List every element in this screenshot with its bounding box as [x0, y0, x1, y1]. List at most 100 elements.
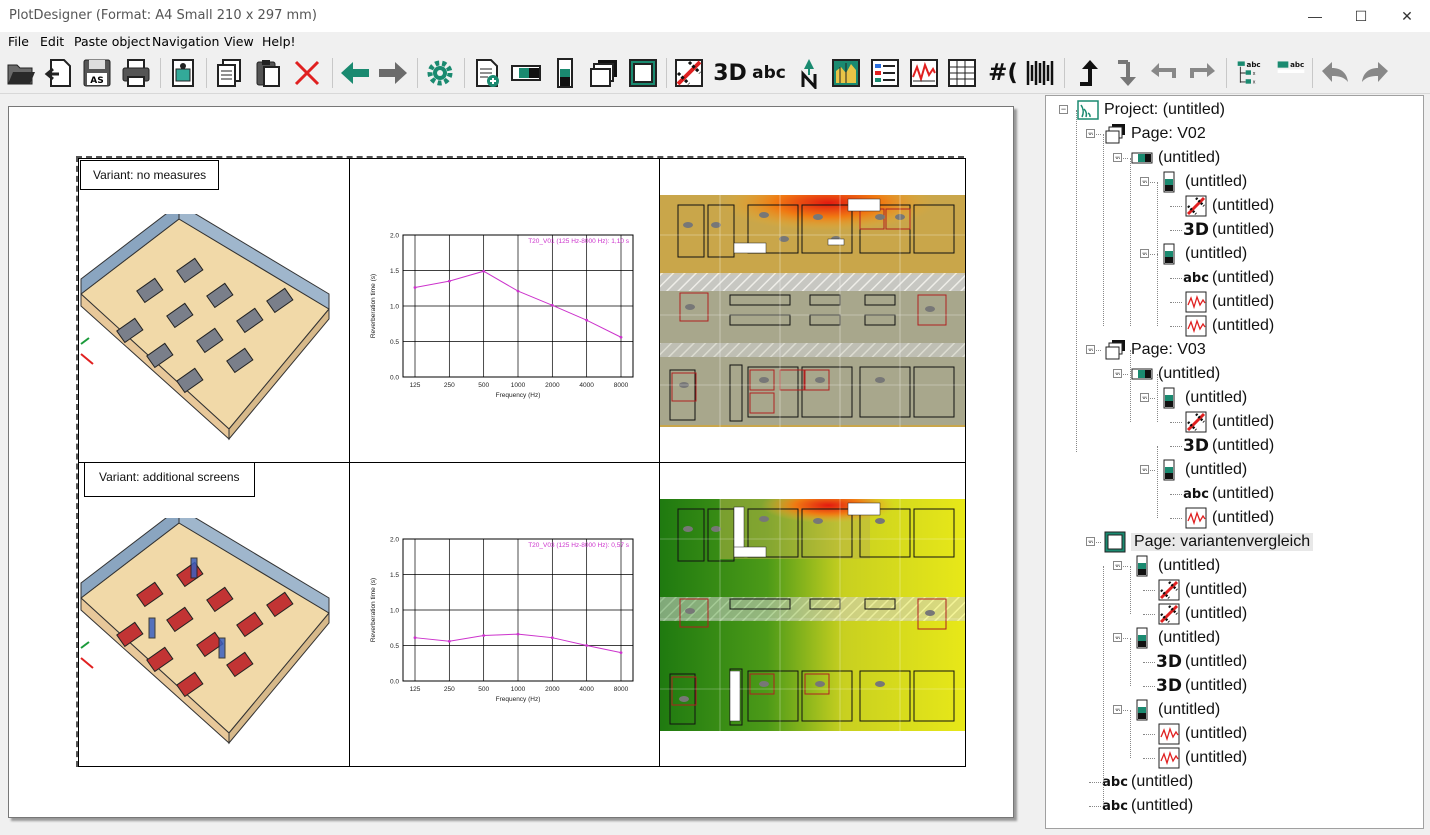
text-icon: abc [1102, 774, 1128, 790]
tree-node[interactable]: abc (untitled) [1102, 795, 1193, 817]
import-file-icon[interactable] [42, 56, 76, 90]
tree-node[interactable]: Project: (untitled) [1076, 99, 1225, 121]
waveform-icon[interactable] [1024, 56, 1058, 90]
save-as-icon[interactable]: AS [80, 56, 114, 90]
paste-icon[interactable] [251, 56, 285, 90]
settings-gear-icon[interactable] [423, 56, 457, 90]
tree-node[interactable]: (untitled) [1184, 195, 1274, 217]
tree-node[interactable]: abc (untitled) [1183, 267, 1274, 289]
plan-icon[interactable] [672, 56, 706, 90]
cell-plan-variant-2[interactable] [659, 462, 966, 767]
tree-node[interactable]: (untitled) [1157, 747, 1247, 769]
row-layout-icon [1130, 363, 1154, 385]
cell-3d-view-variant-1[interactable]: Variant: no measures [78, 158, 350, 463]
tree-node[interactable]: (untitled) [1157, 459, 1247, 481]
tree-node[interactable]: Page: V02 [1103, 123, 1206, 145]
redo-icon[interactable] [1358, 56, 1392, 90]
tree-node[interactable]: 3D (untitled) [1183, 219, 1274, 241]
north-arrow-icon[interactable] [792, 56, 826, 90]
tree-node[interactable]: (untitled) [1130, 363, 1220, 385]
tree-node[interactable]: (untitled) [1130, 627, 1220, 649]
close-window-button[interactable]: ✕ [1384, 0, 1430, 32]
tree-node[interactable]: (untitled) [1157, 579, 1247, 601]
print-icon[interactable] [119, 56, 153, 90]
move-down-icon[interactable] [1109, 56, 1143, 90]
tree-node[interactable]: Page: variantenvergleich [1103, 531, 1314, 553]
menu-paste-object[interactable]: Paste object [74, 34, 150, 49]
3d-button[interactable]: 3D [711, 56, 749, 90]
table-grid-icon[interactable] [945, 56, 979, 90]
tree-node[interactable]: (untitled) [1130, 699, 1220, 721]
minimize-button[interactable]: — [1292, 0, 1338, 32]
menu-navigation[interactable]: Navigation [152, 34, 219, 49]
cell-plan-variant-1[interactable] [659, 158, 966, 463]
arrow-left-icon[interactable] [338, 56, 372, 90]
tree-node[interactable]: (untitled) [1157, 387, 1247, 409]
menu-file[interactable]: File [8, 34, 29, 49]
tree-node[interactable]: (untitled) [1184, 507, 1274, 529]
variant-label-1[interactable]: Variant: no measures [80, 160, 220, 190]
row-layout-icon[interactable] [509, 56, 543, 90]
tree-node[interactable]: 3D (untitled) [1183, 435, 1274, 457]
numbering-button[interactable]: #( [983, 56, 1023, 90]
move-right-icon[interactable] [1185, 56, 1219, 90]
reverberation-chart-v01[interactable]: 0.0 0.5 1.0 1.5 2.0 125 250 500 1000 2000 4000 8000… [358, 225, 654, 405]
canvas-area[interactable]: Variant: no measures 0.0 0.5 1.0 1.5 2.0… [0, 95, 1036, 830]
tree-node[interactable]: (untitled) [1184, 291, 1274, 313]
diagram-icon[interactable] [907, 56, 941, 90]
tree-collapse-toggle[interactable]: − [1059, 105, 1068, 114]
object-tree-panel[interactable]: Project: (untitled) − Page: V02− (untitled)… [1045, 95, 1424, 829]
arrow-right-icon[interactable] [376, 56, 410, 90]
menu-edit[interactable]: Edit [40, 34, 64, 49]
cell-diagram-variant-2[interactable]: 0.0 0.5 1.0 1.5 2.0 125 250 500 1000 2000 4000 8000… [349, 462, 660, 767]
delete-icon[interactable] [290, 56, 324, 90]
copy-icon[interactable] [212, 56, 246, 90]
reverberation-chart-v03[interactable]: 0.0 0.5 1.0 1.5 2.0 125 250 500 1000 2000 4000 8000… [358, 529, 654, 709]
x-tick-label: 125 [410, 686, 421, 693]
picture-icon[interactable] [166, 56, 200, 90]
window-title: PlotDesigner (Format: A4 Small 210 x 297… [9, 8, 317, 23]
plan-icon [1184, 411, 1208, 433]
pages-icon[interactable] [587, 56, 621, 90]
tree-node-label: (untitled) [1212, 509, 1275, 526]
new-page-icon[interactable] [470, 56, 504, 90]
label-text-icon[interactable]: abc [1272, 56, 1310, 90]
x-tick-label: 4000 [579, 382, 594, 389]
tree-node[interactable]: (untitled) [1130, 147, 1220, 169]
tree-node[interactable]: Page: V03 [1103, 339, 1206, 361]
tree-node[interactable]: abc (untitled) [1183, 483, 1274, 505]
tree-node[interactable]: (untitled) [1157, 723, 1247, 745]
tree-node[interactable]: abc (untitled) [1102, 771, 1193, 793]
layout-grid[interactable]: Variant: no measures 0.0 0.5 1.0 1.5 2.0… [76, 156, 966, 767]
open-folder-icon[interactable] [4, 56, 38, 90]
move-up-icon[interactable] [1071, 56, 1105, 90]
text-icon: abc [1102, 798, 1128, 814]
tree-node[interactable]: (untitled) [1130, 555, 1220, 577]
tree-node[interactable]: (untitled) [1157, 171, 1247, 193]
cell-diagram-variant-1[interactable]: 0.0 0.5 1.0 1.5 2.0 125 250 500 1000 2000 4000 8000… [349, 158, 660, 463]
tree-node[interactable]: 3D (untitled) [1156, 675, 1247, 697]
tree-node[interactable]: (untitled) [1184, 315, 1274, 337]
menu-view[interactable]: View [224, 34, 254, 49]
cell-3d-view-variant-2[interactable]: Variant: additional screens [78, 462, 350, 767]
page-sheet[interactable]: Variant: no measures 0.0 0.5 1.0 1.5 2.0… [8, 106, 1014, 818]
x-axis-label: Frequency (Hz) [496, 696, 541, 703]
column-layout-icon[interactable] [548, 56, 582, 90]
svg-text:abc: abc [1247, 60, 1261, 69]
tree-node[interactable]: (untitled) [1184, 411, 1274, 433]
y-tick-label: 1.0 [390, 608, 399, 615]
move-left-icon[interactable] [1147, 56, 1181, 90]
undo-icon[interactable] [1318, 56, 1352, 90]
image-map-icon[interactable] [829, 56, 863, 90]
tree-node[interactable]: (untitled) [1157, 243, 1247, 265]
variant-label-2[interactable]: Variant: additional screens [84, 463, 255, 497]
tree-node[interactable]: 3D (untitled) [1156, 651, 1247, 673]
tree-node[interactable]: (untitled) [1157, 603, 1247, 625]
maximize-button[interactable]: ☐ [1338, 0, 1384, 32]
menu-help[interactable]: Help! [262, 34, 296, 49]
legend-icon[interactable] [868, 56, 902, 90]
page-frame-icon[interactable] [626, 56, 660, 90]
tree-text-icon[interactable]: abc x x [1232, 56, 1270, 90]
text-button[interactable]: abc [751, 56, 787, 90]
column-layout-icon [1130, 555, 1154, 577]
